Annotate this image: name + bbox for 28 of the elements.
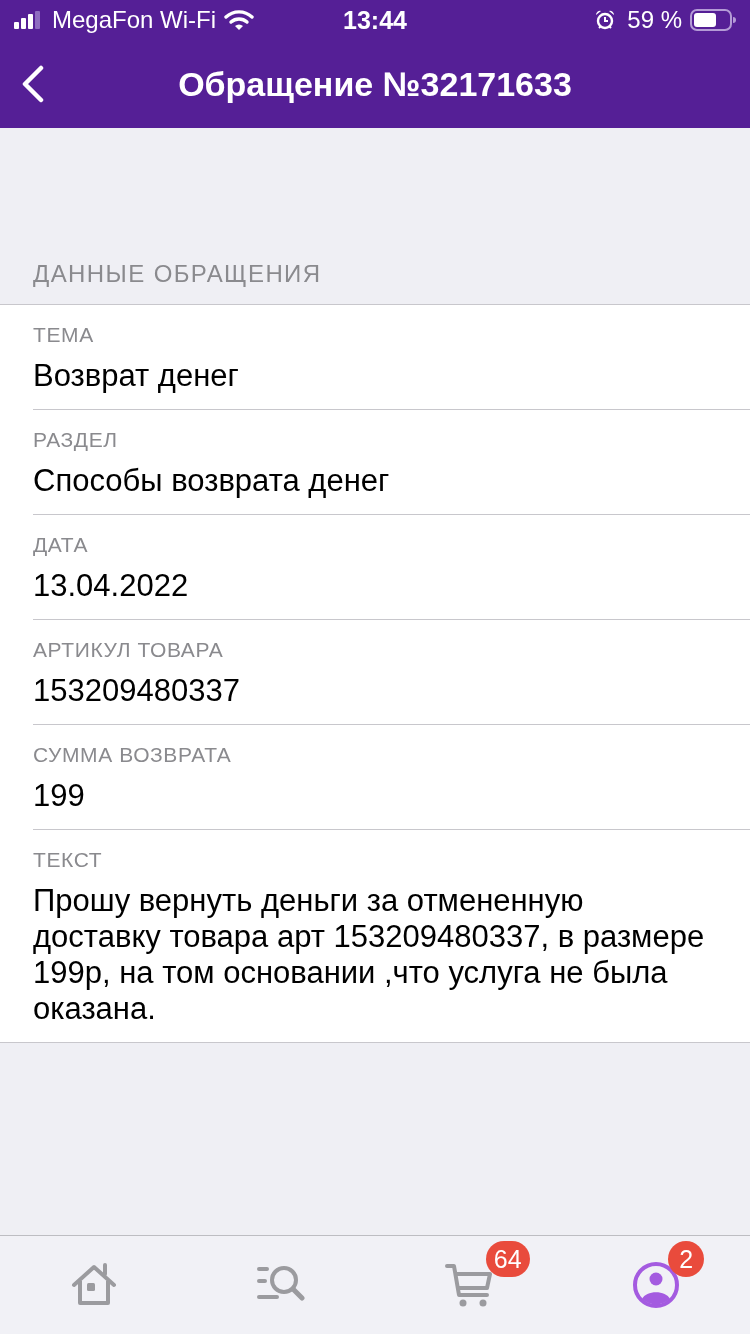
field-value: Прошу вернуть деньги за отмененную доставку товара арт 153209480337, в размере 199р, на том основании ,что услуга не была оказана.	[33, 883, 706, 1027]
field-label: ТЕМА	[33, 323, 94, 347]
field-label: ТЕКСТ	[33, 848, 103, 872]
count-badge: 64	[485, 1241, 530, 1277]
field-value: 199	[33, 778, 86, 814]
back-chevron-icon	[20, 65, 44, 103]
section-header: ДАННЫЕ ОБРАЩЕНИЯ	[33, 260, 322, 287]
signal-icon	[14, 11, 40, 29]
battery-icon	[690, 9, 736, 31]
wifi-icon	[224, 9, 255, 31]
field-value: Способы возврата денег	[33, 463, 391, 499]
count-badge: 2	[668, 1241, 705, 1277]
alarm-icon	[595, 10, 616, 30]
screen-title: Обращение №32171633	[178, 63, 572, 105]
cart-tab[interactable]: 64	[375, 1236, 563, 1334]
field-label: СУММА ВОЗВРАТА	[33, 743, 232, 767]
clock-time: 13:44	[343, 7, 407, 33]
field-label: РАЗДЕЛ	[33, 428, 118, 452]
carrier-name: MegaFon Wi-Fi	[52, 8, 217, 32]
cart-icon	[444, 1261, 493, 1309]
field-value: 153209480337	[33, 673, 241, 709]
field-value: Возврат денег	[33, 358, 240, 394]
field-label: ДАТА	[33, 533, 89, 557]
field-label: АРТИКУЛ ТОВАРА	[33, 638, 224, 662]
battery-percent: 59 %	[627, 8, 682, 32]
profile-tab[interactable]: 2	[562, 1236, 750, 1334]
field-value: 13.04.2022	[33, 568, 190, 604]
profile-icon	[632, 1261, 681, 1309]
